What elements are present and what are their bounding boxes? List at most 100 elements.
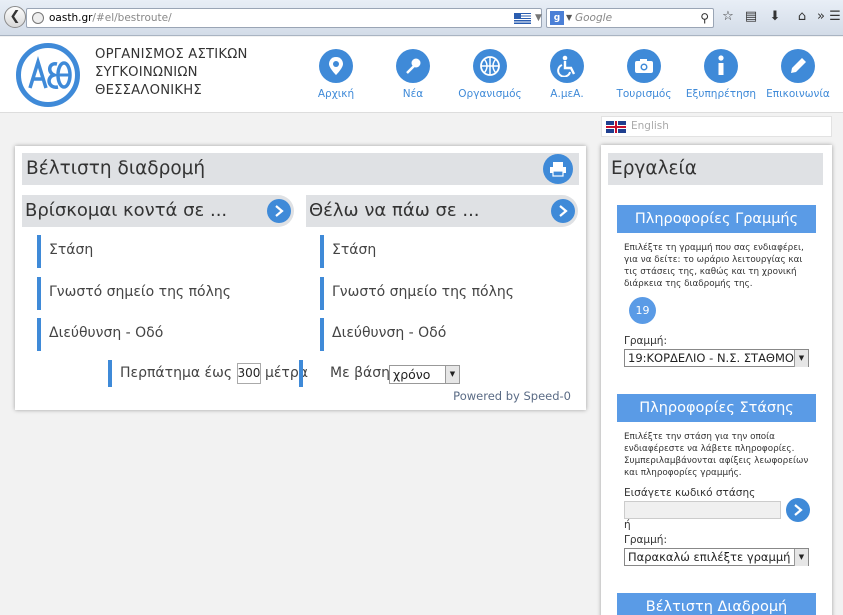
from-heading-label: Βρίσκομαι κοντά σε ...	[25, 200, 228, 221]
line-number-badge[interactable]: 19	[629, 297, 656, 324]
nav-label: Νέα	[402, 88, 424, 100]
walk-divider	[299, 360, 303, 387]
nav-organization[interactable]: Οργανισμός	[450, 49, 530, 100]
to-heading[interactable]: Θέλω να πάω σε ...	[306, 195, 578, 227]
option-label: Γνωστό σημείο της πόλης	[49, 284, 231, 300]
chevron-right-icon[interactable]	[551, 199, 575, 223]
option-label: Διεύθυνση - Οδό	[332, 325, 447, 341]
nav-home[interactable]: Αρχική	[296, 49, 376, 100]
language-switch[interactable]: English	[601, 116, 832, 137]
address-url: oasth.gr/#el/bestroute/	[49, 12, 172, 24]
bookmark-star-icon[interactable]: ☆	[720, 9, 736, 25]
stop-info-description: Επιλέξτε την στάση για την οποία ενδιαφέ…	[624, 432, 809, 478]
menu-icon[interactable]: ☰	[827, 9, 843, 25]
dropdown-arrow-icon[interactable]: ▼	[794, 350, 808, 367]
from-option-landmark[interactable]: Γνωστό σημείο της πόλης	[37, 277, 295, 310]
stop-code-label: Εισάγετε κωδικό στάσης	[624, 487, 756, 499]
nav-label: Αρχική	[317, 88, 355, 100]
logo-mark-icon	[28, 56, 72, 89]
chevron-right-icon	[794, 504, 803, 516]
map-pin-icon	[319, 49, 353, 83]
search-icon[interactable]: ⚲	[700, 9, 709, 27]
to-option-address[interactable]: Διεύθυνση - Οδό	[320, 318, 578, 351]
stop-line-select-value: Παρακαλώ επιλέξτε γραμμή	[628, 550, 791, 564]
to-option-stop[interactable]: Στάση	[320, 235, 578, 268]
nav-label: Επικοινωνία	[766, 88, 830, 100]
dropdown-arrow-icon[interactable]: ▼	[794, 549, 808, 566]
from-option-stop[interactable]: Στάση	[37, 235, 295, 268]
stop-line-label: Γραμμή:	[624, 534, 667, 546]
clipboard-icon[interactable]: ▤	[743, 9, 759, 25]
tools-title-bar: Εργαλεία	[608, 153, 823, 185]
pencil-icon	[781, 49, 815, 83]
dropdown-arrow-icon[interactable]: ▼	[445, 366, 459, 383]
printer-icon	[550, 162, 566, 177]
basis-value: χρόνο	[393, 367, 431, 382]
option-label: Στάση	[332, 242, 377, 258]
chevron-down-icon[interactable]: ▼	[535, 9, 542, 27]
pushpin-icon	[396, 49, 430, 83]
line-select-value: 19:ΚΟΡΔΕΛΙΟ - Ν.Σ. ΣΤΑΘΜΟΣ	[628, 351, 802, 365]
nav-label: Εξυπηρέτηση	[685, 88, 757, 100]
chevron-right-icon[interactable]	[267, 199, 291, 223]
line-info-header[interactable]: Πληροφορίες Γραμμής	[617, 205, 816, 233]
stop-line-select[interactable]: Παρακαλώ επιλέξτε γραμμή ▼	[624, 548, 809, 566]
uk-flag-icon	[606, 121, 626, 133]
search-engine-chevron-icon[interactable]: ▼	[566, 9, 572, 27]
best-route-header[interactable]: Βέλτιστη Διαδρομή	[617, 593, 816, 615]
organization-name: ΟΡΓΑΝΙΣΜΟΣ ΑΣΤΙΚΩΝ ΣΥΓΚΟΙΝΩΝΙΩΝ ΘΕΣΣΑΛΟΝ…	[95, 46, 248, 100]
basis-label: Με βάση	[330, 365, 391, 381]
line-label: Γραμμή:	[624, 335, 667, 347]
best-route-panel: Βέλτιστη διαδρομή Βρίσκομαι κοντά σε ...…	[15, 146, 586, 410]
line-select[interactable]: 19:ΚΟΡΔΕΛΙΟ - Ν.Σ. ΣΤΑΘΜΟΣ ▼	[624, 349, 809, 367]
back-arrow-icon[interactable]: ❮	[4, 6, 26, 28]
to-option-landmark[interactable]: Γνωστό σημείο της πόλης	[320, 277, 578, 310]
download-icon[interactable]: ⬇	[767, 9, 783, 25]
option-label: Διεύθυνση - Οδό	[49, 325, 164, 341]
route-title-bar: Βέλτιστη διαδρομή	[22, 153, 579, 185]
org-name-line1: ΟΡΓΑΝΙΣΜΟΣ ΑΣΤΙΚΩΝ	[95, 47, 248, 62]
route-title: Βέλτιστη διαδρομή	[26, 158, 206, 179]
org-name-line3: ΘΕΣΣΑΛΟΝΙΚΗΣ	[95, 83, 202, 98]
option-label: Γνωστό σημείο της πόλης	[332, 284, 514, 300]
nav-contact[interactable]: Επικοινωνία	[758, 49, 838, 100]
tools-panel: Εργαλεία Πληροφορίες Γραμμής Επιλέξτε τη…	[601, 145, 832, 615]
org-name-line2: ΣΥΓΚΟΙΝΩΝΙΩΝ	[95, 65, 198, 80]
stop-info-header[interactable]: Πληροφορίες Στάσης	[617, 394, 816, 422]
greek-flag-icon	[514, 13, 531, 24]
address-bar[interactable]: oasth.gr/#el/bestroute/ ▼ ↻	[26, 8, 561, 28]
site-header: ΟΡΓΑΝΙΣΜΟΣ ΑΣΤΙΚΩΝ ΣΥΓΚΟΙΝΩΝΙΩΝ ΘΕΣΣΑΛΟΝ…	[0, 37, 843, 113]
line-info-description: Επιλέξτε τη γραμμή που σας ενδιαφέρει, γ…	[624, 243, 804, 289]
nav-accessibility[interactable]: Α.μεΑ.	[527, 49, 607, 100]
basis-select[interactable]: χρόνο ▼	[389, 365, 460, 384]
stop-search-button[interactable]	[786, 498, 810, 522]
or-label: ή	[624, 519, 631, 531]
search-bar[interactable]: g ▼ Google ⚲	[546, 8, 714, 28]
walk-prefix: Περπάτημα έως	[120, 365, 233, 381]
nav-tourism[interactable]: Τουρισμός	[604, 49, 684, 100]
nav-news[interactable]: Νέα	[373, 49, 453, 100]
nav-service[interactable]: Εξυπηρέτηση	[681, 49, 761, 100]
tools-title: Εργαλεία	[611, 158, 697, 179]
powered-by: Powered by Speed-0	[453, 389, 571, 403]
stop-code-input[interactable]	[624, 501, 781, 519]
camera-icon	[627, 49, 661, 83]
walk-distance-input[interactable]: 300	[236, 362, 261, 384]
to-heading-label: Θέλω να πάω σε ...	[309, 200, 480, 221]
google-logo-icon[interactable]: g	[550, 11, 564, 25]
search-placeholder: Google	[575, 12, 613, 24]
nav-label: Οργανισμός	[458, 88, 522, 100]
from-option-address[interactable]: Διεύθυνση - Οδό	[37, 318, 295, 351]
language-label: English	[631, 120, 669, 132]
basketball-icon	[473, 49, 507, 83]
nav-label: Τουρισμός	[616, 88, 672, 100]
option-label: Στάση	[49, 242, 94, 258]
home-icon[interactable]: ⌂	[794, 9, 810, 25]
browser-toolbar: ❮ oasth.gr/#el/bestroute/ ▼ ↻ g ▼ Google…	[0, 0, 843, 36]
walk-distance: Περπάτημα έως 300 μέτρα	[108, 360, 308, 387]
nav-label: Α.μεΑ.	[550, 88, 584, 100]
oasth-logo[interactable]	[16, 43, 80, 107]
print-button[interactable]	[543, 154, 573, 184]
globe-icon	[32, 12, 44, 24]
from-heading[interactable]: Βρίσκομαι κοντά σε ...	[22, 195, 294, 227]
